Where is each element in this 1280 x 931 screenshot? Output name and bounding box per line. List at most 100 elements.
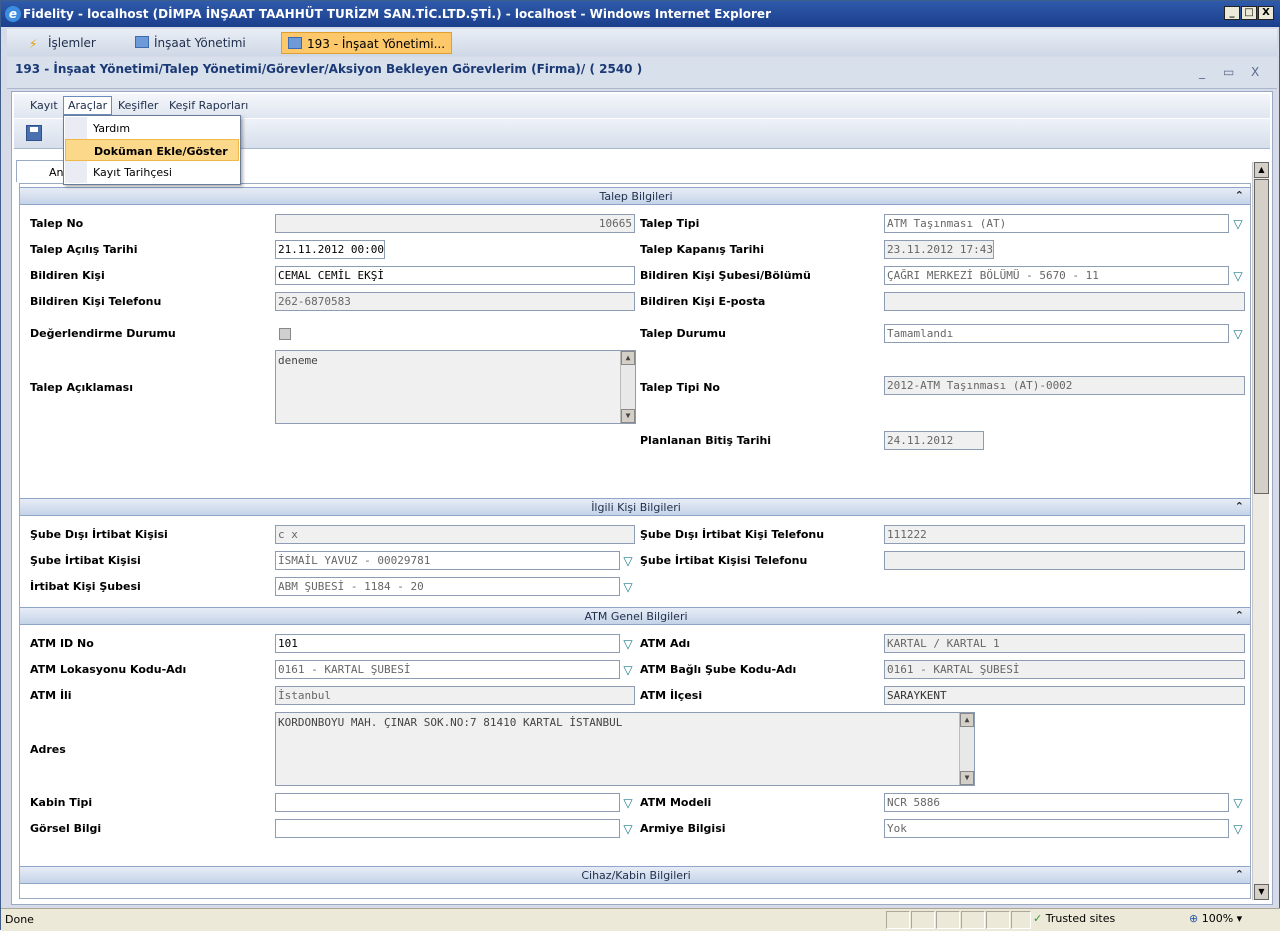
scroll-up-icon[interactable]: ▲ bbox=[1254, 162, 1269, 178]
kabin-tipi-field[interactable] bbox=[275, 793, 620, 812]
label: Şube Dışı İrtibat Kişisi bbox=[30, 528, 168, 541]
minimize-button[interactable]: _ bbox=[1224, 6, 1240, 20]
ie-window: e Fidelity - localhost (DİMPA İNŞAAT TAA… bbox=[0, 0, 1280, 931]
araclar-dropdown: Yardım Doküman Ekle/Göster Kayıt Tarihçe… bbox=[63, 115, 241, 185]
filter-icon[interactable]: ▽ bbox=[622, 797, 634, 809]
scroll-down-icon[interactable]: ▼ bbox=[1254, 884, 1269, 900]
filter-icon[interactable]: ▽ bbox=[1232, 823, 1244, 835]
label: Planlanan Bitiş Tarihi bbox=[640, 434, 772, 447]
window-icon bbox=[135, 36, 149, 48]
scroll-thumb[interactable] bbox=[1254, 179, 1269, 494]
filter-icon[interactable]: ▽ bbox=[622, 581, 634, 593]
label: Talep Açılış Tarihi bbox=[30, 243, 138, 256]
menu-item-yardim[interactable]: Yardım bbox=[65, 117, 239, 139]
collapse-icon[interactable]: ⌃ bbox=[1235, 609, 1244, 622]
label: Bildiren Kişi Telefonu bbox=[30, 295, 162, 308]
close-button[interactable]: X bbox=[1258, 6, 1274, 20]
label: Bildiren Kişi E-posta bbox=[640, 295, 766, 308]
filter-icon[interactable]: ▽ bbox=[622, 638, 634, 650]
lightning-icon: ⚡ bbox=[29, 37, 38, 51]
section-talep-bilgileri[interactable]: Talep Bilgileri ⌃ bbox=[20, 187, 1250, 205]
status-bar: Done ✓ Trusted sites ⊕ 100% ▾ bbox=[1, 908, 1280, 931]
label: ATM Modeli bbox=[640, 796, 712, 809]
section-cihaz-kabin[interactable]: Cihaz/Kabin Bilgileri ⌃ bbox=[20, 866, 1250, 884]
filter-icon[interactable]: ▽ bbox=[622, 823, 634, 835]
label: ATM ID No bbox=[30, 637, 94, 650]
ie-logo-icon: e bbox=[5, 6, 21, 22]
scrollbar[interactable]: ▲ ▼ bbox=[620, 351, 635, 423]
menu-kesif-raporlari[interactable]: Keşif Raporları bbox=[169, 99, 248, 112]
tab-193-insaat[interactable]: 193 - İnşaat Yönetimi... bbox=[281, 32, 453, 54]
sube-irtibat-kisi-field[interactable]: İSMAİL YAVUZ - 00029781 bbox=[275, 551, 620, 570]
talep-tipi-no-field[interactable]: 2012-ATM Taşınması (AT)-0002 bbox=[884, 376, 1245, 395]
filter-icon[interactable]: ▽ bbox=[622, 664, 634, 676]
atm-adi-field[interactable]: KARTAL / KARTAL 1 bbox=[884, 634, 1245, 653]
collapse-icon[interactable]: ⌃ bbox=[1235, 500, 1244, 513]
filter-icon[interactable]: ▽ bbox=[622, 555, 634, 567]
checkmark-icon: ✓ bbox=[1033, 912, 1043, 925]
app-tabs: ⚡ İşlemler İnşaat Yönetimi 193 - İnşaat Y… bbox=[7, 29, 1277, 56]
title-bar: e Fidelity - localhost (DİMPA İNŞAAT TAA… bbox=[1, 1, 1280, 27]
tab-label: İşlemler bbox=[48, 36, 96, 50]
atm-lokasyon-field[interactable]: 0161 - KARTAL ŞUBESİ bbox=[275, 660, 620, 679]
maximize-button[interactable]: □ bbox=[1241, 6, 1257, 20]
bildiren-eposta-field[interactable] bbox=[884, 292, 1245, 311]
section-atm-genel[interactable]: ATM Genel Bilgileri ⌃ bbox=[20, 607, 1250, 625]
planlanan-bitis-field[interactable]: 24.11.2012 bbox=[884, 431, 984, 450]
filter-icon[interactable]: ▽ bbox=[1232, 328, 1244, 340]
tab-islemler[interactable]: ⚡ İşlemler bbox=[23, 32, 102, 54]
collapse-icon[interactable]: ⌃ bbox=[1235, 868, 1244, 881]
sube-disi-kisi-field[interactable]: c x bbox=[275, 525, 635, 544]
section-ilgili-kisi[interactable]: İlgili Kişi Bilgileri ⌃ bbox=[20, 498, 1250, 516]
sube-irtibat-telefon-field[interactable] bbox=[884, 551, 1245, 570]
bildiren-kisi-field[interactable]: CEMAL CEMİL EKŞİ bbox=[275, 266, 635, 285]
panel-minimize-button[interactable]: _ bbox=[1199, 65, 1205, 79]
talep-tipi-field[interactable]: ATM Taşınması (AT) bbox=[884, 214, 1229, 233]
scrollbar[interactable]: ▲ ▼ bbox=[959, 713, 974, 785]
form-scrollbar[interactable]: ▲ ▼ bbox=[1252, 162, 1269, 900]
filter-icon[interactable]: ▽ bbox=[1232, 270, 1244, 282]
atm-ilcesi-field[interactable]: SARAYKENT bbox=[884, 686, 1245, 705]
menu-item-kayit-tarihcesi[interactable]: Kayıt Tarihçesi bbox=[65, 161, 239, 183]
collapse-icon[interactable]: ⌃ bbox=[1235, 189, 1244, 202]
menu-araclar[interactable]: Araçlar bbox=[63, 96, 113, 115]
atm-id-field[interactable]: 101 bbox=[275, 634, 620, 653]
status-text: Done bbox=[5, 913, 34, 926]
atm-ili-field[interactable]: İstanbul bbox=[275, 686, 635, 705]
zoom-icon: ⊕ bbox=[1189, 912, 1199, 925]
label: ATM Adı bbox=[640, 637, 691, 650]
sube-disi-telefon-field[interactable]: 111222 bbox=[884, 525, 1245, 544]
breadcrumb: 193 - İnşaat Yönetimi/Talep Yönetimi/Gör… bbox=[15, 62, 643, 76]
label: İrtibat Kişi Şubesi bbox=[30, 580, 141, 593]
talep-acilis-field[interactable]: 21.11.2012 00:00 bbox=[275, 240, 385, 259]
panel-close-button[interactable]: X bbox=[1251, 65, 1259, 79]
menu-item-dokuman-ekle[interactable]: Doküman Ekle/Göster bbox=[65, 139, 239, 161]
tab-insaat-yonetimi[interactable]: İnşaat Yönetimi bbox=[129, 32, 252, 54]
label: ATM İlçesi bbox=[640, 689, 703, 702]
armiye-bilgisi-field[interactable]: Yok bbox=[884, 819, 1229, 838]
talep-kapanis-field[interactable]: 23.11.2012 17:43 bbox=[884, 240, 994, 259]
adres-textarea[interactable]: KORDONBOYU MAH. ÇINAR SOK.NO:7 81410 KAR… bbox=[275, 712, 975, 786]
bildiren-sube-field[interactable]: ÇAĞRI MERKEZİ BÖLÜMÜ - 5670 - 11 bbox=[884, 266, 1229, 285]
irtibat-kisi-subesi-field[interactable]: ABM ŞUBESİ - 1184 - 20 bbox=[275, 577, 620, 596]
panel-maximize-button[interactable]: ▭ bbox=[1223, 65, 1234, 79]
talep-durumu-field[interactable]: Tamamlandı bbox=[884, 324, 1229, 343]
filter-icon[interactable]: ▽ bbox=[1232, 797, 1244, 809]
atm-bagli-sube-field[interactable]: 0161 - KARTAL ŞUBESİ bbox=[884, 660, 1245, 679]
gorsel-bilgi-field[interactable] bbox=[275, 819, 620, 838]
degerlendirme-checkbox[interactable] bbox=[279, 328, 291, 340]
label: Şube İrtibat Kişisi bbox=[30, 554, 141, 567]
filter-icon[interactable]: ▽ bbox=[1232, 218, 1244, 230]
label: Talep Kapanış Tarihi bbox=[640, 243, 764, 256]
bildiren-telefon-field[interactable]: 262-6870583 bbox=[275, 292, 635, 311]
security-zone[interactable]: ✓ Trusted sites bbox=[1033, 912, 1183, 930]
label: Talep Açıklaması bbox=[30, 381, 133, 394]
atm-modeli-field[interactable]: NCR 5886 bbox=[884, 793, 1229, 812]
zoom-level[interactable]: ⊕ 100% ▾ bbox=[1189, 912, 1269, 925]
tab-label: İnşaat Yönetimi bbox=[154, 36, 246, 50]
menu-kayit[interactable]: Kayıt bbox=[30, 99, 58, 112]
talep-aciklama-textarea[interactable]: deneme ▲ ▼ bbox=[275, 350, 636, 424]
save-icon[interactable] bbox=[26, 125, 42, 141]
menu-kesifler[interactable]: Keşifler bbox=[118, 99, 158, 112]
talep-no-field[interactable]: 10665 bbox=[275, 214, 635, 233]
